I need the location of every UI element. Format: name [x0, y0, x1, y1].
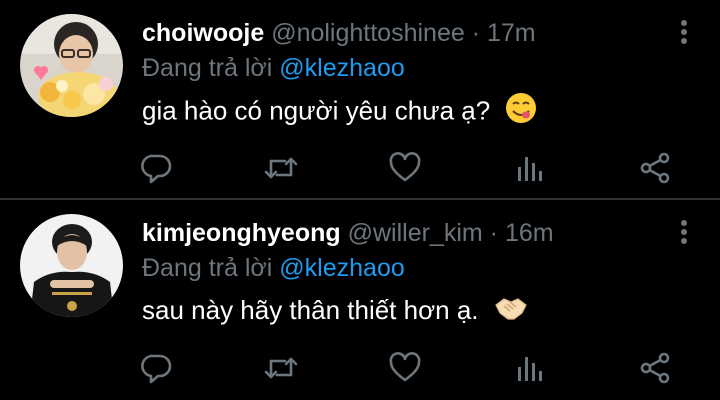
user-handle[interactable]: @willer_kim: [348, 219, 483, 247]
separator-dot: ·: [489, 219, 498, 247]
tweet[interactable]: kimjeonghyeong @willer_kim · 16m Đang tr…: [0, 200, 720, 400]
reply-mention-link[interactable]: @klezhaoo: [279, 54, 404, 82]
like-icon[interactable]: [385, 148, 425, 188]
retweet-icon[interactable]: [261, 148, 301, 188]
tweet-header: choiwooje @nolighttoshinee · 17m: [142, 16, 536, 50]
reply-icon[interactable]: [137, 348, 177, 388]
separator-dot: ·: [471, 19, 481, 47]
retweet-icon[interactable]: [261, 348, 301, 388]
more-options-icon[interactable]: [678, 20, 690, 48]
reply-context: Đang trả lời @klezhaoo: [142, 52, 405, 84]
tweet-actions: [0, 348, 720, 388]
tweet-text-content: gia hào có người yêu chưa ạ?: [142, 95, 491, 126]
user-handle[interactable]: @nolighttoshinee: [271, 19, 465, 47]
handshake-emoji: [494, 293, 528, 332]
tweet-actions: [0, 148, 720, 188]
tweet-text-content: sau này hãy thân thiết hơn ạ.: [142, 295, 479, 325]
analytics-icon[interactable]: [510, 148, 550, 188]
reply-label: Đang trả lời: [142, 254, 273, 282]
tweet-header: kimjeonghyeong @willer_kim · 16m: [142, 216, 554, 250]
timestamp[interactable]: 16m: [505, 219, 554, 247]
tweet[interactable]: choiwooje @nolighttoshinee · 17m Đang tr…: [0, 0, 720, 200]
more-options-icon[interactable]: [678, 220, 690, 248]
share-icon[interactable]: [635, 148, 675, 188]
avatar[interactable]: [20, 14, 123, 117]
analytics-icon[interactable]: [510, 348, 550, 388]
share-icon[interactable]: [635, 348, 675, 388]
reply-mention-link[interactable]: @klezhaoo: [279, 254, 404, 282]
display-name[interactable]: kimjeonghyeong: [142, 219, 341, 247]
reply-icon[interactable]: [137, 148, 177, 188]
tweet-text: sau này hãy thân thiết hơn ạ.: [142, 292, 528, 328]
display-name[interactable]: choiwooje: [142, 19, 264, 47]
reply-label: Đang trả lời: [142, 54, 273, 82]
face-savoring-food-emoji: [505, 92, 537, 133]
like-icon[interactable]: [385, 348, 425, 388]
reply-context: Đang trả lời @klezhaoo: [142, 252, 405, 284]
avatar[interactable]: [20, 214, 123, 317]
timestamp[interactable]: 17m: [487, 19, 536, 47]
tweet-text: gia hào có người yêu chưa ạ?: [142, 92, 537, 128]
